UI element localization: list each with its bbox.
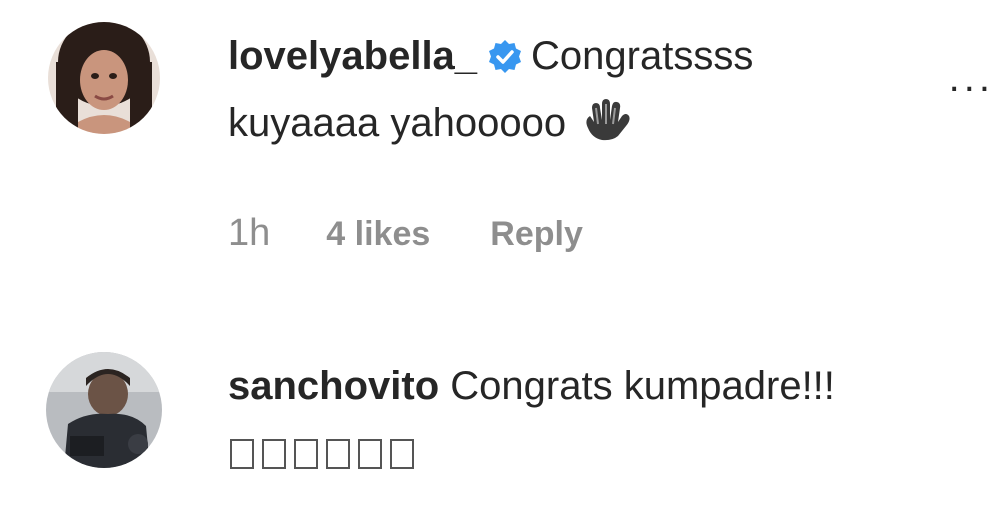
missing-glyph-box [358,439,382,469]
comment-text: sanchovito Congrats kumpadre!!! [228,362,835,410]
waving-hand-icon [580,98,632,153]
more-options-icon[interactable]: ... [949,56,994,101]
comment-body-line2 [230,428,422,476]
comment-item: sanchovito Congrats kumpadre!!! [0,340,1000,510]
comment-text-line2 [230,428,422,476]
comment-timestamp: 1h [228,212,271,254]
comment-body-line2: kuyaaaa yahooooo [228,101,567,145]
likes-count-button[interactable]: 4 likes [326,215,430,253]
avatar[interactable] [46,352,162,468]
comment-body-line1: Congratssss [531,34,754,78]
comment-item: lovelyabella_ Congratssss kuyaaaa yahooo… [0,0,1000,300]
missing-glyph-box [294,439,318,469]
missing-glyph-box [230,439,254,469]
avatar[interactable] [48,22,160,134]
comment-text: lovelyabella_ Congratssss [228,32,753,86]
comment-meta: 1h 4 likes Reply [228,212,583,255]
avatar-image [48,22,160,134]
missing-glyph-box [262,439,286,469]
comment-username[interactable]: lovelyabella_ [228,34,477,78]
comment-body-line1: Congrats kumpadre!!! [450,364,835,408]
comment-username[interactable]: sanchovito [228,364,439,408]
missing-glyph-box [326,439,350,469]
reply-button[interactable]: Reply [490,215,583,253]
comment-text-line2: kuyaaaa yahooooo [228,98,632,153]
verified-badge-icon [487,38,523,86]
avatar-image [46,352,162,468]
missing-glyph-box [390,439,414,469]
